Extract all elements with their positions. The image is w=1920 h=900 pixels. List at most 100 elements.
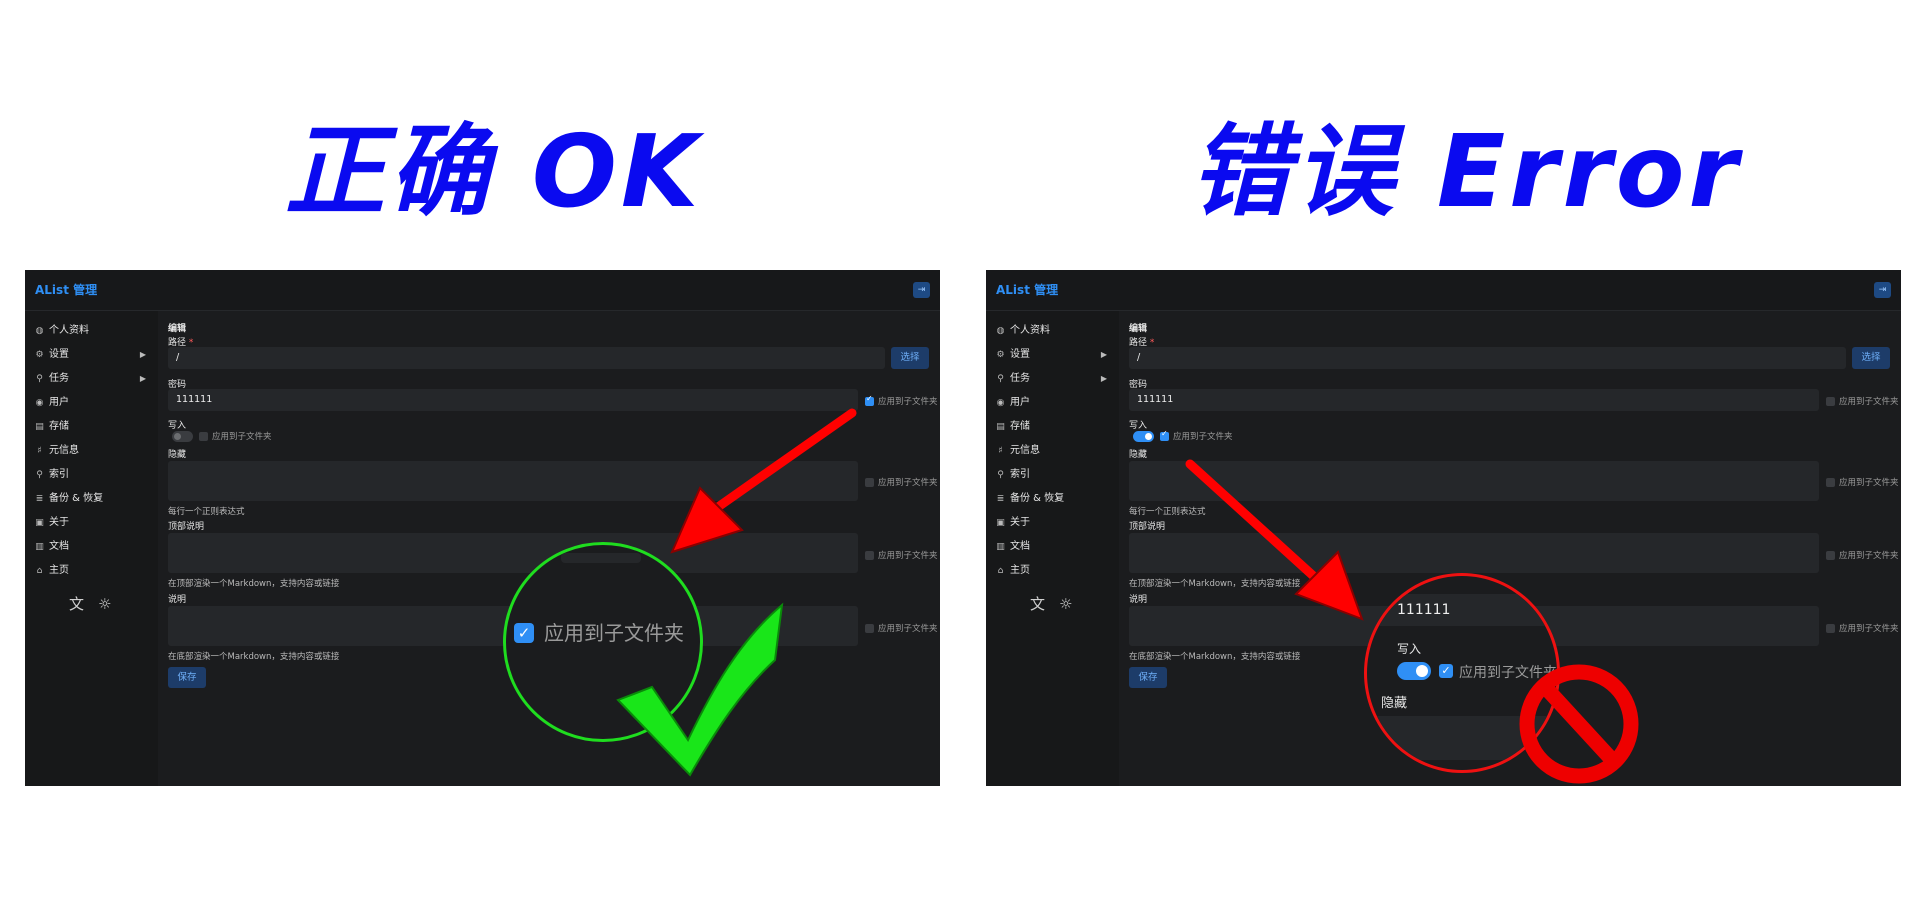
password-apply-sub-checkbox[interactable] (1826, 397, 1835, 406)
zoom-apply-sub-checkbox: ✓ (514, 623, 534, 643)
zoom-apply-sub-label: 应用到子文件夹 (544, 621, 684, 645)
zoom-write-apply-sub-label: 应用到子文件夹 (1459, 665, 1557, 681)
sidebar: ◍ 个人资料 ⚙ 设置 ▶ ⚲ 任务 ▶ ◉ 用户 ▤ 存储 ♯ 元信息 ⚲ 索引 ≣ 备份 & 恢… (25, 311, 158, 786)
password-apply-sub-checkbox[interactable] (865, 394, 874, 406)
password-input[interactable]: 111111 (168, 389, 858, 411)
sidebar-item-backup[interactable]: ≣ 备份 & 恢复 (34, 491, 154, 507)
app-title[interactable]: AList 管理 (35, 270, 97, 310)
globe-icon: ◍ (35, 326, 44, 336)
sidebar-item-index[interactable]: ⚲ 索引 (34, 467, 154, 483)
readme-apply-sub-checkbox[interactable] (865, 551, 874, 560)
home-icon: ⌂ (36, 566, 43, 576)
sidebar-item-meta[interactable]: ♯ 元信息 (995, 443, 1115, 459)
hide-hint: 每行一个正则表达式 (168, 507, 245, 517)
zoom-hide-textarea (1377, 716, 1557, 760)
expand-arrow-icon: ▶ (139, 350, 146, 359)
meta-icon: ♯ (37, 446, 42, 456)
home-icon: ⌂ (997, 566, 1004, 576)
header-label: 说明 (1129, 595, 1148, 605)
sidebar-item-docs[interactable]: ▥ 文档 (995, 539, 1115, 555)
readme-apply-sub-checkbox[interactable] (1826, 551, 1835, 560)
app-header: AList 管理 ⇥ (25, 270, 940, 311)
storage-icon: ▤ (996, 422, 1005, 432)
sidebar-item-about[interactable]: ▣ 关于 (995, 515, 1115, 531)
zoom-magnifier-error: 111111 写入 ✓ 应用到子文件夹 隐藏 (1364, 573, 1560, 773)
save-button[interactable]: 保存 (168, 667, 206, 688)
translate-icon[interactable]: 文 (1030, 593, 1045, 614)
sidebar-item-meta[interactable]: ♯ 元信息 (34, 443, 154, 459)
search-icon: ⚲ (997, 470, 1004, 480)
readme-apply-sub-label: 应用到子文件夹 (1839, 551, 1899, 561)
logout-icon[interactable]: ⇥ (913, 282, 930, 298)
sidebar-item-index[interactable]: ⚲ 索引 (995, 467, 1115, 483)
sidebar-item-home[interactable]: ⌂ 主页 (995, 563, 1115, 579)
meta-icon: ♯ (998, 446, 1003, 456)
translate-icon[interactable]: 文 (69, 593, 84, 614)
sidebar-item-backup[interactable]: ≣ 备份 & 恢复 (995, 491, 1115, 507)
write-label: 写入 (1129, 421, 1148, 431)
write-apply-sub-checkbox[interactable] (1160, 429, 1169, 441)
theme-sun-icon[interactable]: ☼ (1059, 595, 1072, 613)
expand-arrow-icon: ▶ (1100, 350, 1107, 359)
select-path-button[interactable]: 选择 (891, 347, 929, 369)
about-icon: ▣ (35, 518, 44, 528)
save-button[interactable]: 保存 (1129, 667, 1167, 688)
sidebar-item-settings[interactable]: ⚙ 设置 ▶ (34, 347, 154, 363)
sidebar-item-docs[interactable]: ▥ 文档 (34, 539, 154, 555)
hide-textarea[interactable] (168, 461, 858, 501)
sidebar-item-storage[interactable]: ▤ 存储 (995, 419, 1115, 435)
theme-sun-icon[interactable]: ☼ (98, 595, 111, 613)
sidebar: ◍ 个人资料 ⚙ 设置 ▶ ⚲ 任务 ▶ ◉ 用户 ▤ 存储 ♯ 元信息 ⚲ 索引 ≣ 备份 & 恢… (986, 311, 1119, 786)
write-switch[interactable] (172, 431, 193, 442)
zoom-hide-label: 隐藏 (1381, 696, 1408, 711)
readme-label: 顶部说明 (1129, 522, 1166, 532)
header-apply-sub-label: 应用到子文件夹 (1839, 624, 1899, 634)
hide-apply-sub-checkbox[interactable] (865, 478, 874, 487)
error-heading: 错误 Error (1190, 113, 1742, 230)
readme-hint: 在顶部渲染一个Markdown，支持内容或链接 (168, 579, 340, 589)
book-icon: ▥ (35, 542, 44, 552)
sidebar-item-storage[interactable]: ▤ 存储 (34, 419, 154, 435)
user-icon: ◉ (996, 398, 1005, 408)
select-path-button[interactable]: 选择 (1852, 347, 1890, 369)
expand-arrow-icon: ▶ (1100, 374, 1107, 383)
password-apply-sub-label: 应用到子文件夹 (1839, 397, 1899, 407)
sidebar-item-tasks[interactable]: ⚲ 任务 ▶ (995, 371, 1115, 387)
globe-icon: ◍ (996, 326, 1005, 336)
search-icon: ⚲ (36, 470, 43, 480)
panel-correct: AList 管理 ⇥ ◍ 个人资料 ⚙ 设置 ▶ ⚲ 任务 ▶ ◉ 用户 ▤ 存储 ♯ 元信息 … (25, 270, 940, 786)
tasks-icon: ⚲ (36, 374, 43, 384)
hide-label: 隐藏 (168, 450, 187, 460)
hide-apply-sub-checkbox[interactable] (1826, 478, 1835, 487)
sidebar-tools: 文 ☼ (69, 593, 125, 614)
readme-textarea[interactable] (168, 533, 858, 573)
sidebar-item-tasks[interactable]: ⚲ 任务 ▶ (34, 371, 154, 387)
header-apply-sub-checkbox[interactable] (1826, 624, 1835, 633)
header-apply-sub-checkbox[interactable] (865, 624, 874, 633)
ok-heading: 正确 OK (285, 113, 703, 230)
sidebar-item-settings[interactable]: ⚙ 设置 ▶ (995, 347, 1115, 363)
gear-icon: ⚙ (35, 350, 44, 360)
path-input[interactable]: / (168, 347, 885, 369)
logout-icon[interactable]: ⇥ (1874, 282, 1891, 298)
readme-label: 顶部说明 (168, 522, 205, 532)
zoom-input-fragment (561, 553, 641, 563)
password-apply-sub-label: 应用到子文件夹 (878, 397, 938, 407)
gear-icon: ⚙ (996, 350, 1005, 360)
database-icon: ≣ (996, 494, 1005, 504)
sidebar-item-home[interactable]: ⌂ 主页 (34, 563, 154, 579)
sidebar-item-profile[interactable]: ◍ 个人资料 (995, 323, 1115, 339)
path-input[interactable]: / (1129, 347, 1846, 369)
write-apply-sub-checkbox[interactable] (199, 432, 208, 441)
hide-textarea[interactable] (1129, 461, 1819, 501)
sidebar-item-profile[interactable]: ◍ 个人资料 (34, 323, 154, 339)
database-icon: ≣ (35, 494, 44, 504)
write-switch[interactable] (1133, 431, 1154, 442)
sidebar-item-users[interactable]: ◉ 用户 (995, 395, 1115, 411)
sidebar-item-users[interactable]: ◉ 用户 (34, 395, 154, 411)
sidebar-item-about[interactable]: ▣ 关于 (34, 515, 154, 531)
password-input[interactable]: 111111 (1129, 389, 1819, 411)
app-title[interactable]: AList 管理 (996, 270, 1058, 310)
readme-hint: 在顶部渲染一个Markdown，支持内容或链接 (1129, 579, 1301, 589)
readme-textarea[interactable] (1129, 533, 1819, 573)
